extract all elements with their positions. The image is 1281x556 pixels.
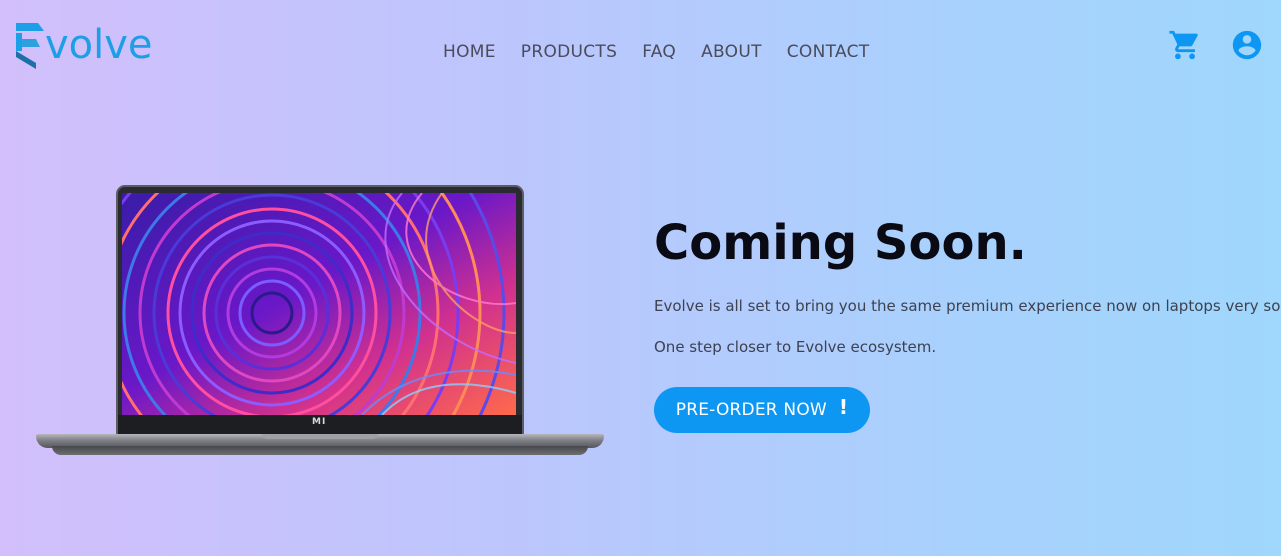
laptop-brand-badge: MI (312, 417, 327, 427)
cart-icon (1169, 30, 1198, 60)
laptop-screen (122, 193, 516, 415)
exclamation-icon: ! (838, 395, 849, 419)
evolve-logo-icon (16, 23, 44, 69)
hero-subtext: One step closer to Evolve ecosystem. (654, 338, 937, 356)
nav-home[interactable]: HOME (443, 40, 496, 64)
hero-section: Coming Soon. Evolve is all set to bring … (654, 214, 1281, 433)
account-button[interactable] (1230, 28, 1264, 62)
laptop-image: MI (36, 185, 604, 461)
laptop-notch (262, 434, 378, 439)
nav-contact[interactable]: CONTACT (787, 40, 870, 64)
nav-about[interactable]: ABOUT (701, 40, 762, 64)
hero-description: Evolve is all set to bring you the same … (654, 297, 1281, 315)
pre-order-button[interactable]: PRE-ORDER NOW ! (654, 387, 870, 433)
main-nav: HOME PRODUCTS FAQ ABOUT CONTACT (443, 40, 894, 64)
nav-products[interactable]: PRODUCTS (521, 40, 617, 64)
wallpaper-swirl (122, 193, 516, 415)
header-icons (1168, 28, 1264, 62)
cart-button[interactable] (1168, 28, 1202, 62)
laptop-base-shadow (52, 446, 588, 455)
account-circle-icon (1232, 30, 1262, 60)
brand-logo[interactable]: volve (14, 20, 153, 70)
nav-faq[interactable]: FAQ (642, 40, 676, 64)
brand-name: volve (45, 22, 153, 68)
pre-order-label: PRE-ORDER NOW (675, 400, 827, 420)
hero-title: Coming Soon. (654, 215, 1027, 271)
